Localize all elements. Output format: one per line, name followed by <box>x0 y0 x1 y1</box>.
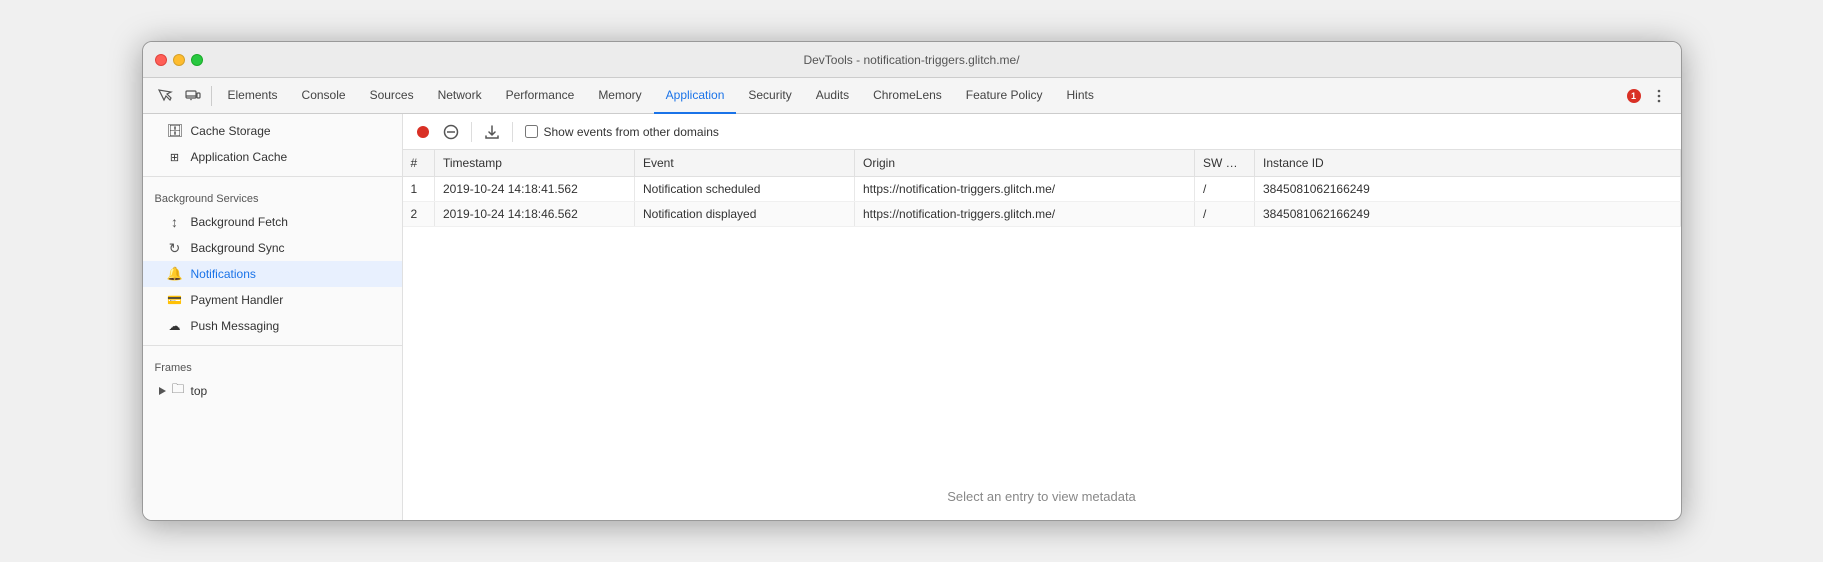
inspect-icon[interactable] <box>151 82 179 110</box>
payment-handler-icon: 💳 <box>167 293 183 307</box>
cell-origin: https://notification-triggers.glitch.me/ <box>855 202 1195 227</box>
devtools-tab-bar: Elements Console Sources Network Perform… <box>143 78 1681 114</box>
maximize-button[interactable] <box>191 54 203 66</box>
tab-separator <box>211 86 212 106</box>
col-header-sw[interactable]: SW … <box>1195 150 1255 177</box>
window-title: DevTools - notification-triggers.glitch.… <box>803 53 1019 67</box>
tab-elements[interactable]: Elements <box>216 78 290 114</box>
expand-icon <box>159 387 166 395</box>
cell-num: 2 <box>403 202 435 227</box>
tab-sources[interactable]: Sources <box>358 78 426 114</box>
table-row[interactable]: 2 2019-10-24 14:18:46.562 Notification d… <box>403 202 1681 227</box>
background-sync-icon: ↻ <box>167 240 183 257</box>
table-row[interactable]: 1 2019-10-24 14:18:41.562 Notification s… <box>403 177 1681 202</box>
cell-timestamp: 2019-10-24 14:18:46.562 <box>435 202 635 227</box>
notifications-icon: 🔔 <box>167 266 183 282</box>
background-fetch-icon: ↕ <box>167 214 183 230</box>
tab-feature-policy[interactable]: Feature Policy <box>954 78 1055 114</box>
toolbar-divider-1 <box>471 122 472 142</box>
record-button[interactable] <box>411 120 435 144</box>
tab-memory[interactable]: Memory <box>586 78 653 114</box>
tab-security[interactable]: Security <box>736 78 803 114</box>
tab-network[interactable]: Network <box>426 78 494 114</box>
tab-hints[interactable]: Hints <box>1055 78 1106 114</box>
toolbar-divider-2 <box>512 122 513 142</box>
error-badge[interactable]: 1 <box>1627 89 1641 103</box>
sidebar-item-application-cache[interactable]: ⊞ Application Cache <box>143 144 402 170</box>
push-messaging-icon: ☁ <box>167 319 183 333</box>
sidebar-divider-2 <box>143 345 402 346</box>
cell-sw: / <box>1195 202 1255 227</box>
cell-sw: / <box>1195 177 1255 202</box>
more-options-icon[interactable] <box>1645 82 1673 110</box>
notifications-table: # Timestamp Event Origin SW … Instance I… <box>403 150 1681 227</box>
tab-right-section: 1 <box>1627 82 1673 110</box>
col-header-origin[interactable]: Origin <box>855 150 1195 177</box>
show-events-label[interactable]: Show events from other domains <box>525 125 719 139</box>
close-button[interactable] <box>155 54 167 66</box>
devtools-window: DevTools - notification-triggers.glitch.… <box>142 41 1682 521</box>
frames-heading: Frames <box>143 352 402 378</box>
sidebar-item-payment-handler[interactable]: 💳 Payment Handler <box>143 287 402 313</box>
sidebar-item-background-sync[interactable]: ↻ Background Sync <box>143 235 402 261</box>
sidebar-item-notifications[interactable]: 🔔 Notifications <box>143 261 402 287</box>
title-bar: DevTools - notification-triggers.glitch.… <box>143 42 1681 78</box>
cell-origin: https://notification-triggers.glitch.me/ <box>855 177 1195 202</box>
sidebar-item-background-fetch[interactable]: ↕ Background Fetch <box>143 209 402 235</box>
sidebar-item-push-messaging[interactable]: ☁ Push Messaging <box>143 313 402 339</box>
cell-event: Notification displayed <box>635 202 855 227</box>
sidebar-divider-1 <box>143 176 402 177</box>
device-icon[interactable] <box>179 82 207 110</box>
error-count: 1 <box>1627 89 1641 103</box>
cell-timestamp: 2019-10-24 14:18:41.562 <box>435 177 635 202</box>
sidebar: 🗄 Cache Storage ⊞ Application Cache Back… <box>143 114 403 520</box>
tab-audits[interactable]: Audits <box>804 78 861 114</box>
tab-chromelens[interactable]: ChromeLens <box>861 78 954 114</box>
cell-num: 1 <box>403 177 435 202</box>
empty-text: Select an entry to view metadata <box>947 489 1136 504</box>
col-header-event[interactable]: Event <box>635 150 855 177</box>
notifications-toolbar: Show events from other domains <box>403 114 1681 150</box>
traffic-lights <box>155 54 203 66</box>
table-header-row: # Timestamp Event Origin SW … Instance I… <box>403 150 1681 177</box>
tab-application[interactable]: Application <box>654 78 737 114</box>
col-header-timestamp[interactable]: Timestamp <box>435 150 635 177</box>
minimize-button[interactable] <box>173 54 185 66</box>
download-button[interactable] <box>480 120 504 144</box>
background-services-heading: Background Services <box>143 183 402 209</box>
no-entry-button[interactable] <box>439 120 463 144</box>
empty-area: Select an entry to view metadata <box>403 227 1681 520</box>
cell-instance-id: 3845081062166249 <box>1255 202 1681 227</box>
notifications-table-container: # Timestamp Event Origin SW … Instance I… <box>403 150 1681 520</box>
col-header-num: # <box>403 150 435 177</box>
cell-instance-id: 3845081062166249 <box>1255 177 1681 202</box>
tab-console[interactable]: Console <box>290 78 358 114</box>
cell-event: Notification scheduled <box>635 177 855 202</box>
tab-performance[interactable]: Performance <box>494 78 587 114</box>
sidebar-item-top[interactable]: 🗀 top <box>143 378 402 404</box>
show-events-checkbox[interactable] <box>525 125 538 138</box>
main-content: Show events from other domains # Timesta… <box>403 114 1681 520</box>
col-header-instance-id[interactable]: Instance ID <box>1255 150 1681 177</box>
application-cache-icon: ⊞ <box>167 151 183 164</box>
cache-storage-icon: 🗄 <box>167 123 183 139</box>
folder-icon: 🗀 <box>172 380 185 402</box>
sidebar-item-cache-storage[interactable]: 🗄 Cache Storage <box>143 118 402 144</box>
devtools-body: 🗄 Cache Storage ⊞ Application Cache Back… <box>143 114 1681 520</box>
